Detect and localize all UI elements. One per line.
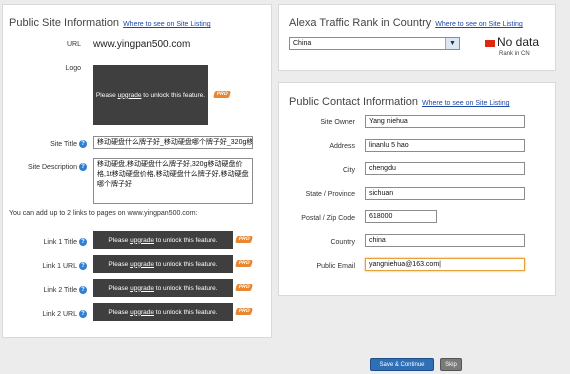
country-input[interactable]: china [365, 234, 525, 247]
url-value: www.yingpan500.com [93, 39, 191, 50]
site-title-input[interactable]: 移动硬盘什么牌子好_移动硬盘哪个牌子好_320g移 [93, 136, 253, 149]
link1-title-label: Link 1 Title? [44, 238, 87, 246]
link2-url-label: Link 2 URL? [42, 310, 87, 318]
url-label: URL [66, 41, 81, 48]
country-label: Country [330, 239, 355, 246]
link2-title-locked: Please upgrade to unlock this feature. [93, 279, 233, 297]
postal-input[interactable]: 618000 [365, 210, 437, 223]
save-continue-button[interactable]: Save & Continue [370, 358, 434, 371]
site-info-help-link[interactable]: Where to see on Site Listing [123, 21, 211, 28]
address-label: Address [329, 143, 355, 150]
links-note: You can add up to 2 links to pages on ww… [9, 210, 198, 217]
site-desc-help-icon[interactable]: ? [79, 163, 87, 171]
site-title-label: Site Title? [50, 140, 87, 148]
link1-url-upgrade-link[interactable]: upgrade [130, 261, 154, 268]
link1-title-locked: Please upgrade to unlock this feature. [93, 231, 233, 249]
contact-help-link[interactable]: Where to see on Site Listing [422, 100, 510, 107]
chevron-down-icon: ▼ [445, 38, 459, 49]
site-owner-label: Site Owner [320, 119, 355, 126]
rank-sub-label: Rank in CN [499, 51, 530, 57]
country-select-value: China [293, 40, 312, 47]
china-flag-icon [485, 40, 495, 47]
contact-title: Public Contact Information [289, 96, 419, 108]
country-select[interactable]: China ▼ [289, 37, 460, 50]
link2-title-label: Link 2 Title? [44, 286, 87, 294]
state-input[interactable]: sichuan [365, 187, 525, 200]
site-title-help-icon[interactable]: ? [79, 140, 87, 148]
contact-panel: Public Contact Information Where to see o… [278, 82, 556, 296]
email-label: Public Email [316, 263, 355, 270]
email-input[interactable]: yangniehua@163.com| [365, 258, 525, 271]
site-owner-input[interactable]: Yang niehua [365, 115, 525, 128]
alexa-help-link[interactable]: Where to see on Site Listing [435, 21, 523, 28]
alexa-title: Alexa Traffic Rank in Country [289, 17, 432, 29]
link1-title-upgrade-link[interactable]: upgrade [130, 237, 154, 244]
link1-url-label: Link 1 URL? [42, 262, 87, 270]
link2-title-pro-badge: PRO [235, 284, 253, 291]
site-desc-textarea[interactable]: 移动硬盘,移动硬盘什么牌子好,320g移动硬盘价格,1t移动硬盘价格,移动硬盘什… [93, 158, 253, 204]
link1-title-help-icon[interactable]: ? [79, 238, 87, 246]
logo-upgrade-link[interactable]: upgrade [118, 92, 142, 99]
link2-title-upgrade-link[interactable]: upgrade [130, 285, 154, 292]
city-input[interactable]: chengdu [365, 162, 525, 175]
logo-locked-box: Please upgrade to unlock this feature. [93, 65, 208, 125]
rank-value: No data [497, 35, 540, 49]
city-label: City [342, 167, 355, 174]
link2-url-pro-badge: PRO [235, 308, 253, 315]
alexa-heading: Alexa Traffic Rank in Country Where to se… [289, 17, 523, 29]
link1-title-pro-badge: PRO [235, 236, 253, 243]
logo-pro-badge: PRO [213, 91, 231, 98]
postal-label: Postal / Zip Code [301, 215, 355, 222]
link1-url-help-icon[interactable]: ? [79, 262, 87, 270]
site-info-panel: Public Site Information Where to see on S… [2, 4, 272, 338]
alexa-panel: Alexa Traffic Rank in Country Where to se… [278, 4, 556, 71]
link2-url-locked: Please upgrade to unlock this feature. [93, 303, 233, 321]
state-label: State / Province [305, 191, 355, 198]
skip-button[interactable]: Skip [440, 358, 462, 371]
link2-url-upgrade-link[interactable]: upgrade [130, 309, 154, 316]
logo-label: Logo [65, 65, 81, 72]
address-input[interactable]: linanlu 5 hao [365, 139, 525, 152]
link1-url-locked: Please upgrade to unlock this feature. [93, 255, 233, 273]
site-desc-label: Site Description? [28, 163, 87, 171]
site-info-heading: Public Site Information Where to see on S… [9, 17, 211, 29]
link2-url-help-icon[interactable]: ? [79, 310, 87, 318]
site-info-title: Public Site Information [9, 17, 120, 29]
link2-title-help-icon[interactable]: ? [79, 286, 87, 294]
contact-heading: Public Contact Information Where to see o… [289, 96, 510, 108]
link1-url-pro-badge: PRO [235, 260, 253, 267]
